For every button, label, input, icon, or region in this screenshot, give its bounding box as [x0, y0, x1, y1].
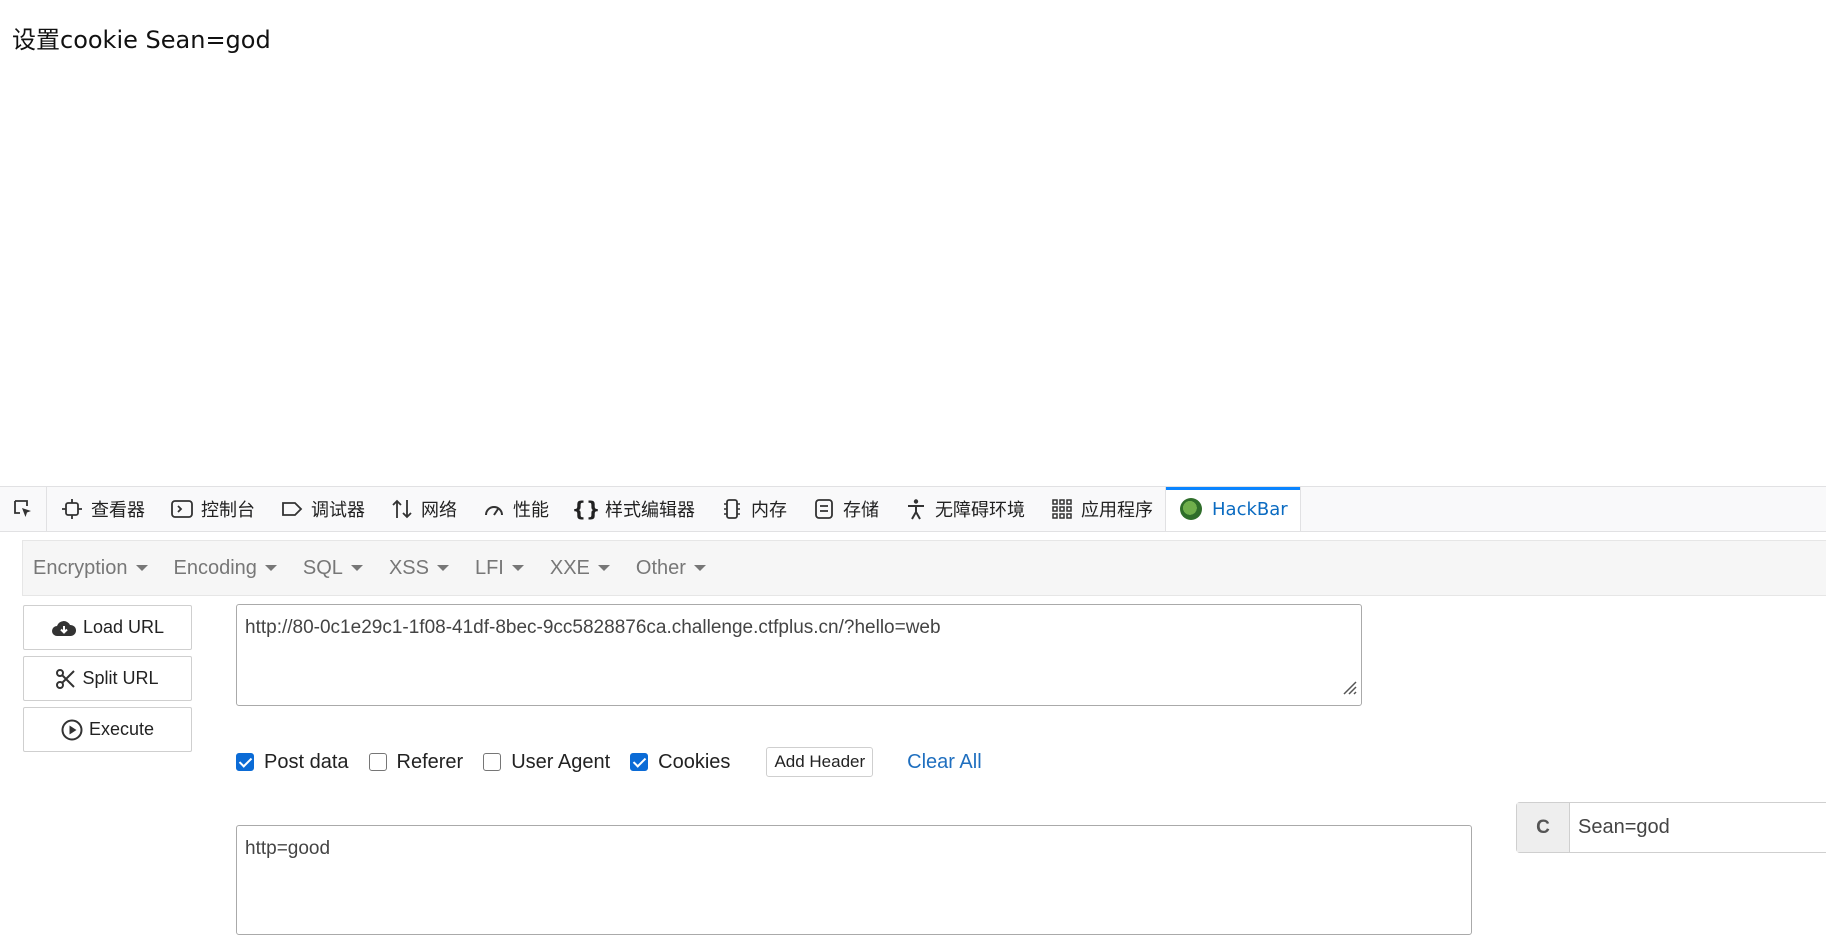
tab-performance[interactable]: 性能 — [469, 487, 561, 531]
menu-xxe[interactable]: XXE — [540, 557, 620, 580]
cookie-input-group: C Sean=god — [1516, 802, 1826, 853]
cookie-addon-label: C — [1517, 803, 1570, 852]
tab-label: 无障碍环境 — [935, 500, 1025, 521]
tab-label: 样式编辑器 — [605, 500, 695, 521]
options-row: Post data Referer User Agent Cookies Add… — [236, 747, 982, 777]
caret-down-icon — [436, 565, 449, 571]
scissors-icon — [56, 668, 76, 689]
load-url-button[interactable]: Load URL — [23, 605, 192, 650]
storage-icon — [813, 498, 835, 520]
menu-other[interactable]: Other — [626, 557, 716, 580]
menu-lfi[interactable]: LFI — [465, 557, 534, 580]
add-header-button[interactable]: Add Header — [766, 747, 874, 777]
tab-console[interactable]: 控制台 — [157, 487, 267, 531]
console-icon — [171, 498, 193, 520]
hackbar-icon — [1180, 498, 1202, 520]
accessibility-icon — [905, 498, 927, 520]
referer-checkbox[interactable]: Referer — [368, 751, 463, 774]
caret-down-icon — [693, 565, 706, 571]
post-data-textarea[interactable]: http=good — [236, 825, 1472, 935]
menu-encryption[interactable]: Encryption — [23, 557, 158, 580]
debugger-icon — [281, 498, 303, 520]
user-agent-checkbox[interactable]: User Agent — [483, 751, 610, 774]
tab-hackbar[interactable]: HackBar — [1165, 487, 1301, 531]
caret-down-icon — [597, 565, 610, 571]
checkbox-checked-icon[interactable] — [630, 753, 649, 771]
tab-memory[interactable]: 内存 — [707, 487, 799, 531]
devtools-toolbar: 查看器 控制台 调试器 网络 性能 {} 样式编辑器 内存 存储 无障碍环境 应… — [0, 487, 1826, 532]
clear-all-link[interactable]: Clear All — [907, 751, 981, 774]
checkbox-unchecked-icon[interactable] — [483, 753, 502, 771]
url-textarea[interactable]: http://80-0c1e29c1-1f08-41df-8bec-9cc582… — [236, 604, 1362, 706]
resize-grip-icon[interactable] — [1340, 678, 1358, 702]
post-data-text: http=good — [245, 838, 331, 859]
menu-encoding[interactable]: Encoding — [164, 557, 287, 580]
devtools-panel: 查看器 控制台 调试器 网络 性能 {} 样式编辑器 内存 存储 无障碍环境 应… — [0, 486, 1826, 935]
tab-label: 控制台 — [201, 500, 255, 521]
caret-down-icon — [511, 565, 524, 571]
checkbox-unchecked-icon[interactable] — [368, 753, 387, 771]
inspector-icon — [61, 498, 83, 520]
page-content-text: 设置cookie Sean=god — [12, 26, 271, 54]
memory-icon — [721, 498, 743, 520]
menu-xss[interactable]: XSS — [379, 557, 459, 580]
tab-label: HackBar — [1212, 498, 1288, 520]
application-icon — [1051, 498, 1073, 520]
post-data-checkbox[interactable]: Post data — [236, 751, 349, 774]
play-circle-icon — [61, 719, 83, 741]
performance-icon — [483, 498, 505, 520]
hackbar-menu: Encryption Encoding SQL XSS LFI XXE Othe… — [22, 540, 1826, 596]
tab-label: 内存 — [751, 500, 787, 521]
network-icon — [391, 498, 413, 520]
execute-button[interactable]: Execute — [23, 707, 192, 752]
cookie-input[interactable]: Sean=god — [1570, 803, 1826, 852]
tab-label: 网络 — [421, 500, 457, 521]
tab-storage[interactable]: 存储 — [799, 487, 891, 531]
tab-network[interactable]: 网络 — [377, 487, 469, 531]
tab-label: 应用程序 — [1081, 500, 1153, 521]
caret-down-icon — [264, 565, 277, 571]
split-url-button[interactable]: Split URL — [23, 656, 192, 701]
caret-down-icon — [350, 565, 363, 571]
tab-debugger[interactable]: 调试器 — [267, 487, 377, 531]
element-picker-icon — [14, 500, 31, 517]
cookies-checkbox[interactable]: Cookies — [630, 751, 730, 774]
tab-label: 查看器 — [91, 500, 145, 521]
tab-inspector[interactable]: 查看器 — [47, 487, 157, 531]
tab-label: 调试器 — [311, 500, 365, 521]
tab-label: 性能 — [513, 500, 549, 521]
cloud-download-icon — [51, 618, 77, 638]
element-picker-button[interactable] — [0, 487, 47, 531]
tab-accessibility[interactable]: 无障碍环境 — [891, 487, 1037, 531]
url-text: http://80-0c1e29c1-1f08-41df-8bec-9cc582… — [245, 617, 941, 638]
checkbox-checked-icon[interactable] — [236, 753, 254, 771]
style-editor-icon: {} — [571, 497, 601, 521]
caret-down-icon — [135, 565, 148, 571]
tab-label: 存储 — [843, 500, 879, 521]
tab-application[interactable]: 应用程序 — [1037, 487, 1165, 531]
menu-sql[interactable]: SQL — [293, 557, 373, 580]
tab-style-editor[interactable]: {} 样式编辑器 — [561, 487, 707, 531]
